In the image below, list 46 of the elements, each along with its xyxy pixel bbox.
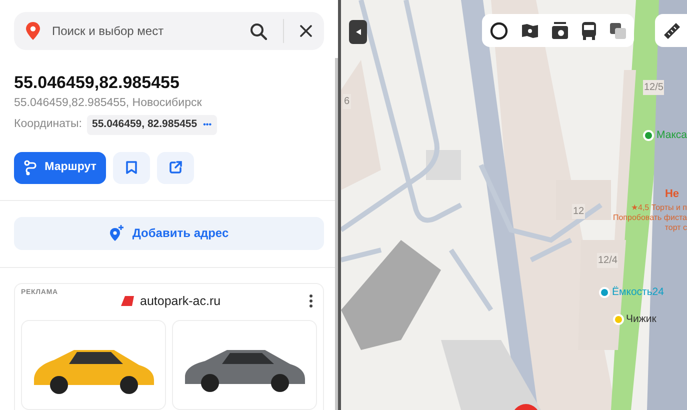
place-note: ★4,5 Торты и п	[631, 203, 687, 213]
coordinates-value: 55.046459, 82.985455	[92, 117, 198, 132]
bookmark-button[interactable]	[113, 152, 150, 184]
place-name: Не	[664, 187, 679, 202]
ruler-icon	[664, 22, 680, 38]
place-note: торт с	[664, 223, 687, 233]
place-name: Чижик	[626, 312, 656, 327]
collapse-panel-button[interactable]	[349, 20, 367, 44]
house-number: 6	[343, 94, 351, 109]
share-button[interactable]	[157, 152, 194, 184]
map-book-icon[interactable]	[521, 22, 539, 38]
bookmark-icon	[126, 161, 137, 174]
add-location-icon	[109, 225, 124, 242]
ad-image-card[interactable]	[172, 320, 317, 410]
brand-logo-icon	[121, 296, 134, 306]
camera-icon[interactable]	[552, 22, 568, 40]
place-name: Ёмкость24	[612, 285, 664, 300]
coordinates-label: Координаты:	[14, 117, 82, 132]
search-input[interactable]: Поиск и выбор мест	[52, 22, 242, 40]
more-options-icon[interactable]	[309, 294, 313, 308]
collapse-arrow-icon	[356, 29, 360, 35]
ad-site-link[interactable]: autopark-ac.ru	[140, 292, 221, 310]
ad-image-card[interactable]	[21, 320, 166, 410]
more-text: •••	[203, 118, 212, 131]
add-address-button[interactable]: Добавить адрес	[14, 216, 324, 250]
bus-icon[interactable]	[581, 22, 597, 40]
share-icon	[169, 161, 182, 174]
route-icon	[24, 160, 38, 176]
route-button[interactable]: Маршрут	[14, 152, 106, 184]
ruler-button[interactable]	[655, 14, 687, 47]
place-address: 55.046459,82.985455, Новосибирск	[14, 96, 203, 110]
house-number: 12/4	[597, 253, 618, 268]
house-number: 12	[572, 204, 586, 219]
coordinates-chip[interactable]: 55.046459, 82.985455 •••	[86, 115, 216, 135]
scrollbar[interactable]	[335, 58, 338, 410]
map[interactable]: 6 12/5 Макса Не ★4,5 Торты и п Попробовать фиста торт с 12 12/4 Ёмкость24 Чижик	[341, 0, 687, 410]
search-icon[interactable]	[250, 22, 267, 40]
house-number: 12/5	[643, 80, 664, 95]
place-note: Попробовать фиста	[612, 213, 687, 223]
close-icon[interactable]	[300, 25, 312, 37]
circle-icon[interactable]	[490, 22, 508, 40]
layers-icon[interactable]	[610, 22, 626, 38]
place-title: 55.046459,82.985455	[14, 73, 180, 93]
search-field[interactable]: Поиск и выбор мест	[14, 12, 324, 50]
location-pin-icon	[26, 22, 40, 40]
place-name: Макса	[656, 128, 687, 143]
